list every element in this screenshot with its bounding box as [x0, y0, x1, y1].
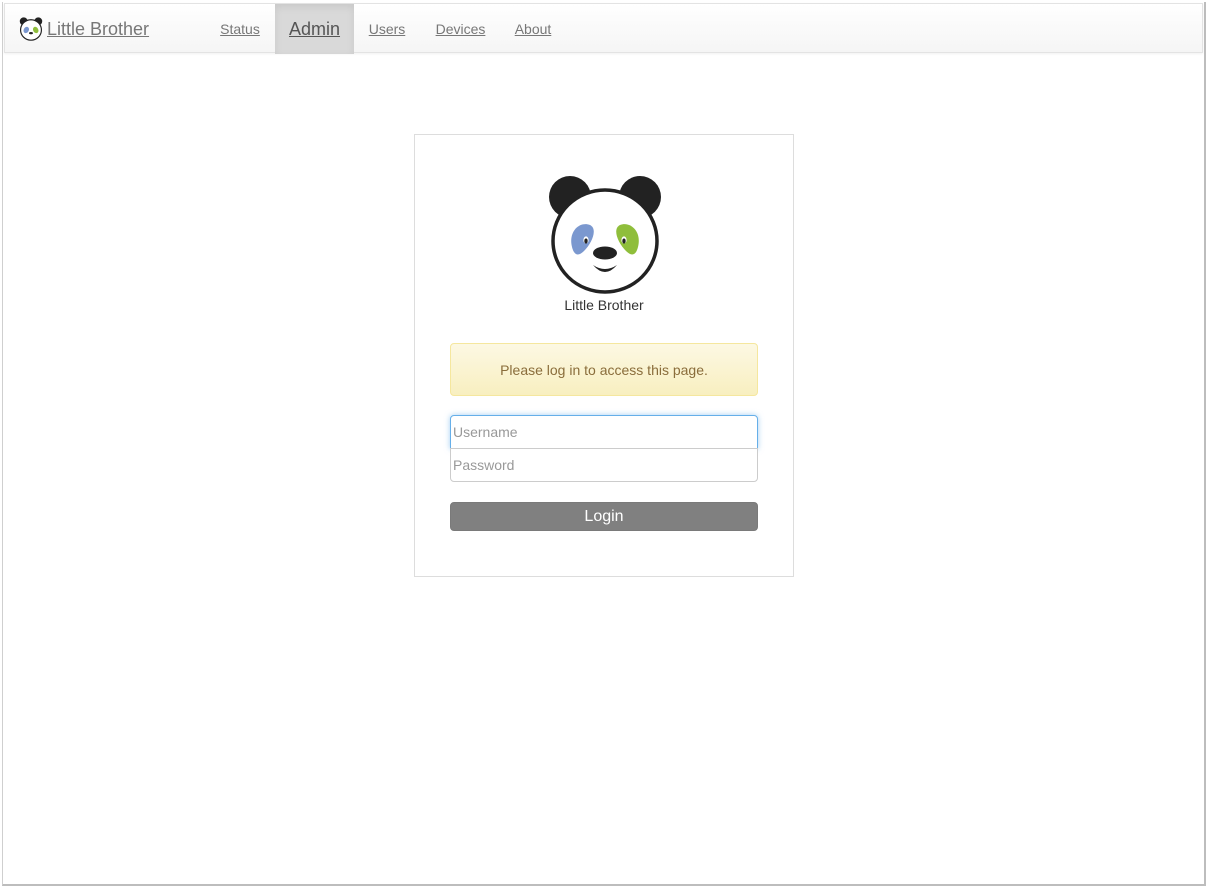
login-button[interactable]: Login — [450, 502, 758, 531]
nav-about[interactable]: About — [506, 4, 560, 54]
app-name-label: Little Brother — [564, 297, 644, 313]
password-input[interactable] — [450, 448, 758, 482]
panda-logo-icon — [549, 176, 661, 294]
username-input[interactable] — [450, 415, 758, 449]
nav-status[interactable]: Status — [212, 4, 268, 54]
nav-devices[interactable]: Devices — [427, 4, 494, 54]
panda-logo-icon — [19, 17, 43, 41]
login-required-alert: Please log in to access this page. — [450, 343, 758, 396]
nav-users[interactable]: Users — [361, 4, 413, 54]
top-navbar: Little Brother Status Admin Users Device… — [4, 3, 1203, 54]
nav-admin[interactable]: Admin — [275, 4, 354, 54]
brand-label: Little Brother — [47, 18, 150, 39]
brand-link[interactable]: Little Brother — [19, 4, 149, 54]
login-card: Little Brother Please log in to access t… — [414, 134, 794, 577]
